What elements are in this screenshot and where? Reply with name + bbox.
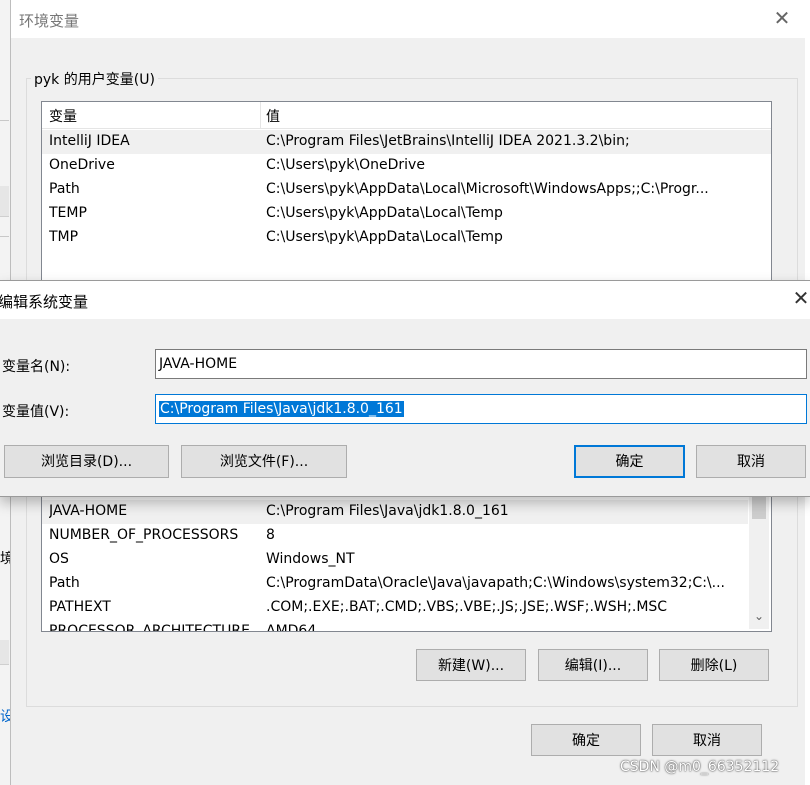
env-close-icon[interactable]: ✕	[771, 7, 793, 29]
chevron-down-icon[interactable]: ⌄	[749, 609, 769, 623]
scrollbar-thumb[interactable]	[752, 495, 766, 519]
variable-name: PATHEXT	[49, 599, 111, 615]
table-row[interactable]: Path C:\ProgramData\Oracle\Java\javapath…	[42, 572, 748, 596]
variable-value: C:\Users\pyk\AppData\Local\Microsoft\Win…	[266, 181, 709, 197]
new-variable-button[interactable]: 新建(W)...	[416, 649, 526, 681]
user-variables-list[interactable]: 变量 值 IntelliJ IDEA C:\Program Files\JetB…	[41, 101, 772, 288]
edit-cancel-button[interactable]: 取消	[696, 445, 806, 478]
variable-name: Path	[49, 575, 80, 591]
column-header-value[interactable]: 值	[266, 106, 280, 126]
env-ok-button[interactable]: 确定	[531, 724, 641, 756]
selected-text: C:\Program Files\Java\jdk1.8.0_161	[159, 401, 404, 417]
background-divider	[0, 120, 9, 121]
env-titlebar: 环境变量 ✕	[11, 0, 805, 38]
variable-value: C:\Users\pyk\OneDrive	[266, 157, 425, 173]
list-header: 变量 值	[42, 102, 771, 129]
user-variables-label: pyk 的用户变量(U)	[31, 69, 158, 89]
table-row[interactable]: TEMP C:\Users\pyk\AppData\Local\Temp	[42, 202, 771, 226]
variable-name: TEMP	[49, 205, 87, 221]
edit-close-icon[interactable]: ✕	[790, 287, 810, 309]
variable-value: 8	[266, 527, 275, 543]
variable-name-input[interactable]: JAVA-HOME	[155, 349, 807, 379]
variable-name: OneDrive	[49, 157, 115, 173]
browse-file-button[interactable]: 浏览文件(F)...	[181, 445, 347, 478]
env-window-title: 环境变量	[19, 12, 80, 30]
column-header-variable[interactable]: 变量	[49, 106, 77, 126]
variable-value: C:\ProgramData\Oracle\Java\javapath;C:\W…	[266, 575, 725, 591]
variable-name: PROCESSOR_ARCHITECTURE	[49, 623, 250, 632]
table-row[interactable]: PATHEXT .COM;.EXE;.BAT;.CMD;.VBS;.VBE;.J…	[42, 596, 748, 620]
variable-value: C:\Users\pyk\AppData\Local\Temp	[266, 205, 503, 221]
delete-variable-button[interactable]: 删除(L)	[659, 649, 769, 681]
table-row[interactable]: OS Windows_NT	[42, 548, 748, 572]
table-row[interactable]: JAVA-HOME C:\Program Files\Java\jdk1.8.0…	[42, 500, 748, 524]
variable-value-label: 变量值(V):	[2, 404, 70, 420]
background-control	[0, 640, 9, 665]
variable-value: .COM;.EXE;.BAT;.CMD;.VBS;.VBE;.JS;.JSE;.…	[266, 599, 668, 615]
variable-value: Windows_NT	[266, 551, 355, 567]
browse-directory-button[interactable]: 浏览目录(D)...	[4, 445, 169, 478]
watermark: CSDN @m0_66352112	[620, 759, 780, 775]
variable-name: JAVA-HOME	[49, 503, 128, 519]
variable-name-label: 变量名(N):	[2, 359, 71, 375]
variable-value: C:\Users\pyk\AppData\Local\Temp	[266, 229, 503, 245]
table-row[interactable]: IntelliJ IDEA C:\Program Files\JetBrains…	[42, 130, 771, 154]
variable-value: C:\Program Files\JetBrains\IntelliJ IDEA…	[266, 133, 630, 149]
variable-value: C:\Program Files\Java\jdk1.8.0_161	[266, 503, 509, 519]
table-row[interactable]: NUMBER_OF_PROCESSORS 8	[42, 524, 748, 548]
variable-name: Path	[49, 181, 80, 197]
background-divider	[0, 236, 9, 237]
env-cancel-button[interactable]: 取消	[652, 724, 762, 756]
system-variables-list[interactable]: JAVA-HOME C:\Program Files\Java\jdk1.8.0…	[41, 488, 772, 632]
edit-titlebar: 编辑系统变量 ✕	[0, 281, 810, 319]
edit-variable-button[interactable]: 编辑(I)...	[538, 649, 648, 681]
variable-value: AMD64	[266, 623, 317, 632]
table-row[interactable]: TMP C:\Users\pyk\AppData\Local\Temp	[42, 226, 771, 250]
edit-system-variable-dialog: 编辑系统变量 ✕ 变量名(N): JAVA-HOME 变量值(V): C:\Pr…	[0, 280, 810, 497]
variable-name: NUMBER_OF_PROCESSORS	[49, 527, 239, 543]
variable-name: IntelliJ IDEA	[49, 133, 130, 149]
variable-value-input[interactable]: C:\Program Files\Java\jdk1.8.0_161	[155, 394, 807, 424]
edit-dialog-title: 编辑系统变量	[0, 293, 89, 311]
table-row[interactable]: Path C:\Users\pyk\AppData\Local\Microsof…	[42, 178, 771, 202]
background-control	[0, 186, 9, 217]
table-row[interactable]: PROCESSOR_ARCHITECTURE AMD64	[42, 620, 748, 632]
column-divider[interactable]	[260, 102, 261, 128]
edit-ok-button[interactable]: 确定	[574, 445, 685, 478]
variable-name: TMP	[49, 229, 79, 245]
table-row[interactable]: OneDrive C:\Users\pyk\OneDrive	[42, 154, 771, 178]
vertical-scrollbar[interactable]: ⌄	[749, 489, 769, 629]
variable-name: OS	[49, 551, 69, 567]
